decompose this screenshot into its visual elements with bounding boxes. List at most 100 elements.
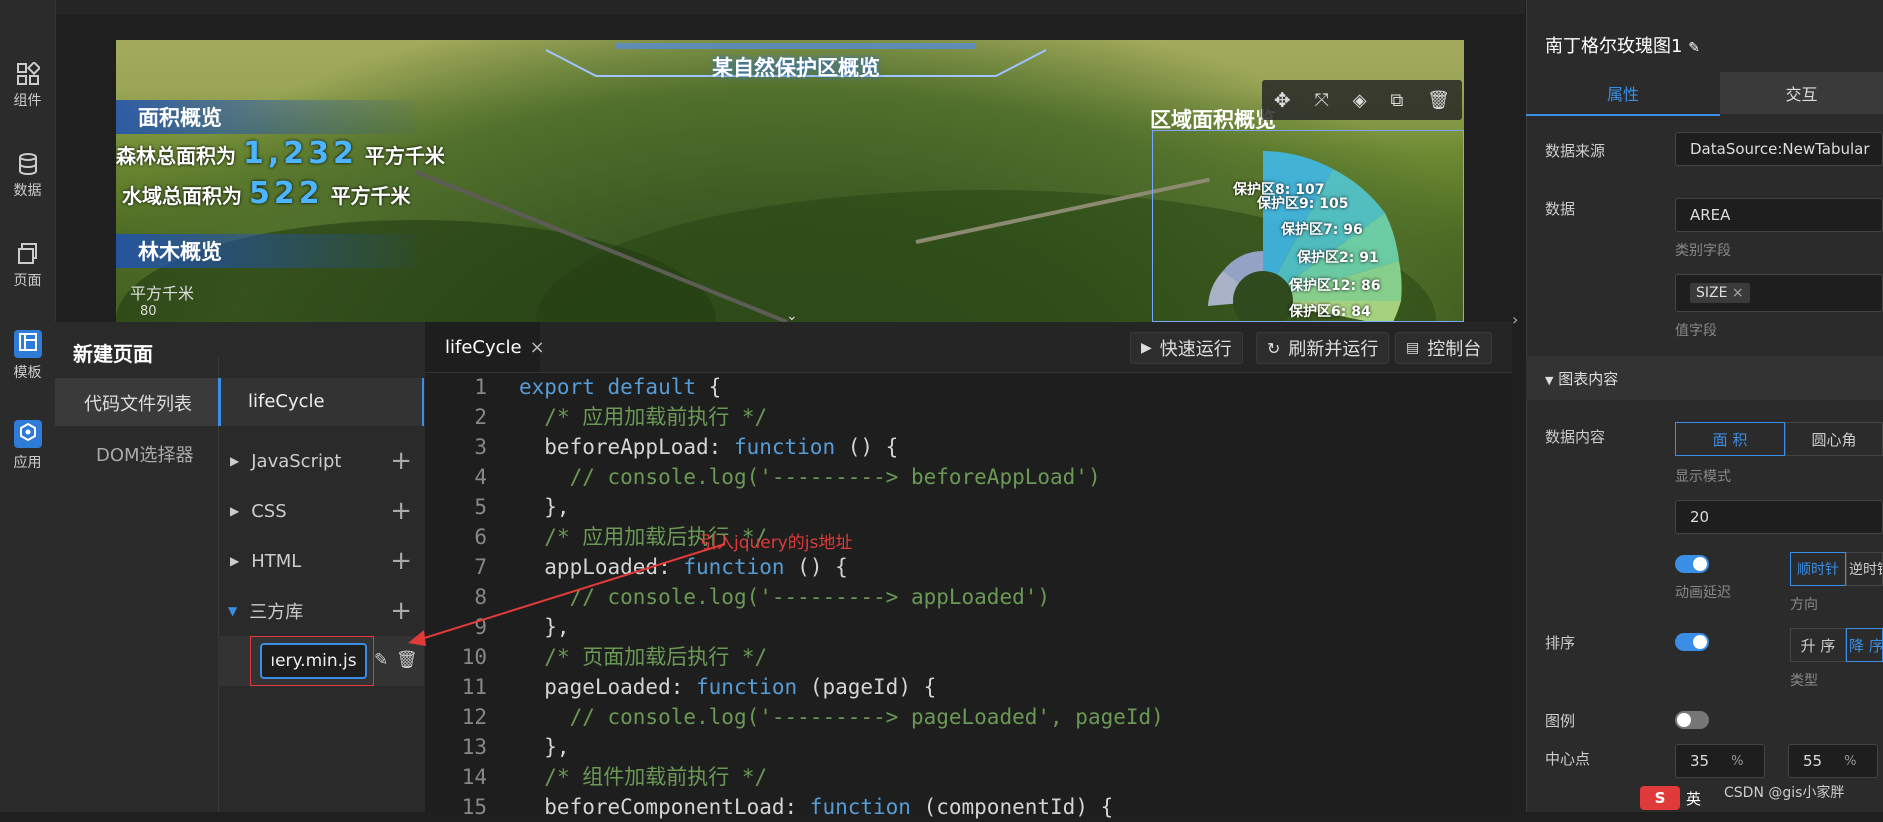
copy-icon[interactable]: ⧉: [1390, 90, 1403, 111]
ime-mode[interactable]: 英: [1686, 788, 1701, 809]
refresh-run-button[interactable]: ↻ 刷新并运行: [1256, 332, 1390, 364]
line-number: 2: [474, 405, 487, 429]
rail-item-template[interactable]: 模板: [0, 330, 55, 382]
delete-icon[interactable]: 🗑: [1427, 90, 1450, 111]
tab-attributes[interactable]: 属性: [1526, 72, 1720, 116]
tree-group-css[interactable]: ▶ CSS +: [218, 491, 418, 531]
rail-item-pages[interactable]: 页面: [0, 242, 55, 290]
add-icon[interactable]: +: [390, 496, 412, 526]
tree-label: 三方库: [249, 602, 304, 623]
tab-label: lifeCycle: [445, 336, 522, 358]
water-area-stat: 水域总面积为 522 平方千米: [122, 176, 411, 211]
panel-collapse-icon[interactable]: ›: [1512, 310, 1518, 329]
value-field-hint: 值字段: [1675, 323, 1717, 339]
top-strip: [55, 0, 1525, 14]
code-line[interactable]: 12 // console.log('---------> pageLoaded…: [425, 702, 1512, 732]
code-token: (pageId) {: [797, 675, 937, 699]
rail-label: 页面: [13, 273, 42, 289]
rail-item-components[interactable]: 组件: [0, 62, 55, 110]
edit-icon[interactable]: ✎: [1688, 40, 1700, 56]
data-source-select[interactable]: DataSource:NewTabular: [1675, 132, 1883, 166]
code-token: () {: [784, 555, 848, 579]
seg-clockwise[interactable]: 顺时针: [1790, 552, 1846, 586]
move-icon[interactable]: ✥: [1274, 88, 1291, 112]
value-tag-label: SIZE: [1696, 285, 1728, 301]
code-line[interactable]: 13 },: [425, 732, 1512, 762]
console-label: 控制台: [1427, 339, 1482, 360]
seg-radius[interactable]: 圆心角: [1785, 422, 1883, 456]
fullscreen-icon[interactable]: ⤧: [1315, 90, 1329, 111]
close-icon[interactable]: ×: [530, 337, 545, 358]
percent-unit: %: [1844, 753, 1857, 769]
seg-sort-asc[interactable]: 升 序: [1790, 628, 1846, 662]
annotation-arrow: [408, 543, 726, 646]
tree-group-html[interactable]: ▶ HTML +: [218, 541, 418, 581]
tab-lifecycle[interactable]: lifeCycle ×: [425, 322, 545, 372]
tree-group-javascript[interactable]: ▶ JavaScript +: [218, 441, 418, 481]
tab-interaction[interactable]: 交互: [1720, 72, 1883, 114]
code-token: function: [809, 795, 911, 819]
forest-prefix: 森林总面积为: [116, 144, 236, 168]
seg-sort-desc[interactable]: 降 序: [1846, 628, 1883, 662]
rail-item-app[interactable]: 应用: [0, 420, 55, 472]
rail-label: 组件: [13, 93, 42, 109]
code-line[interactable]: 5 },: [425, 492, 1512, 522]
dashboard-canvas-preview[interactable]: 某自然保护区概览 面积概览 森林总面积为 1,232 平方千米 水域总面积为 5…: [116, 40, 1464, 322]
template-icon: [18, 333, 37, 351]
chart-content-header: ▼ 图表内容: [1545, 368, 1618, 389]
collapse-chevron-icon[interactable]: ⌄: [786, 308, 798, 322]
rail-item-data[interactable]: 数据: [0, 152, 55, 200]
sort-label: 排序: [1545, 634, 1576, 652]
display-count-select[interactable]: 20: [1675, 500, 1883, 534]
percent-unit: %: [1731, 753, 1744, 769]
data-label: 数据: [1545, 200, 1576, 218]
chart-axis-tick: 80: [140, 304, 157, 319]
layers-icon[interactable]: ◈: [1353, 90, 1367, 111]
trash-icon[interactable]: 🗑: [396, 650, 418, 670]
tab-code-files[interactable]: 代码文件列表: [84, 390, 192, 416]
code-line[interactable]: 11 pageLoaded: function (pageId) {: [425, 672, 1512, 702]
code-text: export default {: [519, 372, 721, 402]
database-icon: [18, 153, 37, 176]
rose-chart-selection[interactable]: 保护区8: 107 保护区9: 105 保护区7: 96 保护区2: 91 保护…: [1152, 130, 1464, 322]
data-source-label: 数据来源: [1545, 142, 1606, 160]
console-button[interactable]: ▤ 控制台: [1395, 332, 1493, 364]
refresh-run-label: 刷新并运行: [1288, 339, 1379, 360]
seg-area[interactable]: 面 积: [1675, 422, 1785, 456]
category-field-select[interactable]: AREA: [1675, 198, 1883, 232]
console-icon: ▤: [1406, 340, 1420, 356]
app-icon: [19, 423, 36, 441]
center-x-input[interactable]: 35 %: [1675, 744, 1765, 778]
code-line[interactable]: 15 beforeComponentLoad: function (compon…: [425, 792, 1512, 822]
code-text: beforeComponentLoad: function (component…: [519, 792, 1113, 822]
code-line[interactable]: 2 /* 应用加载前执行 */: [425, 402, 1512, 432]
close-icon[interactable]: ×: [1732, 285, 1744, 301]
rail-label: 应用: [13, 455, 42, 471]
rail-label: 模板: [13, 365, 42, 381]
quick-run-button[interactable]: ▶ 快速运行: [1130, 332, 1243, 364]
code-line[interactable]: 3 beforeAppLoad: function () {: [425, 432, 1512, 462]
code-line[interactable]: 4 // console.log('---------> beforeAppLo…: [425, 462, 1512, 492]
anim-delay-toggle[interactable]: [1675, 555, 1709, 573]
line-number: 5: [474, 495, 487, 519]
legend-toggle[interactable]: [1675, 711, 1709, 729]
tree-label: CSS: [251, 500, 287, 522]
seg-counterclockwise[interactable]: 逆时针: [1846, 552, 1883, 586]
tab-dom-selector[interactable]: DOM选择器: [96, 441, 194, 467]
code-token: },: [519, 735, 570, 759]
code-token: },: [519, 495, 570, 519]
value-field-select[interactable]: SIZE ×: [1675, 274, 1883, 312]
tree-group-third-party[interactable]: ▼ 三方库 +: [218, 591, 418, 631]
water-value: 522: [248, 176, 324, 211]
code-line[interactable]: 1 export default {: [425, 372, 1512, 402]
center-y-input[interactable]: 55 %: [1788, 744, 1878, 778]
value-tag[interactable]: SIZE ×: [1690, 283, 1750, 303]
edit-icon[interactable]: ✎: [374, 650, 388, 670]
add-icon[interactable]: +: [390, 446, 412, 476]
library-file-input[interactable]: ıery.min.js: [260, 643, 367, 679]
line-number: 11: [461, 675, 487, 699]
code-line[interactable]: 14 /* 组件加载前执行 */: [425, 762, 1512, 792]
sort-toggle[interactable]: [1675, 633, 1709, 651]
